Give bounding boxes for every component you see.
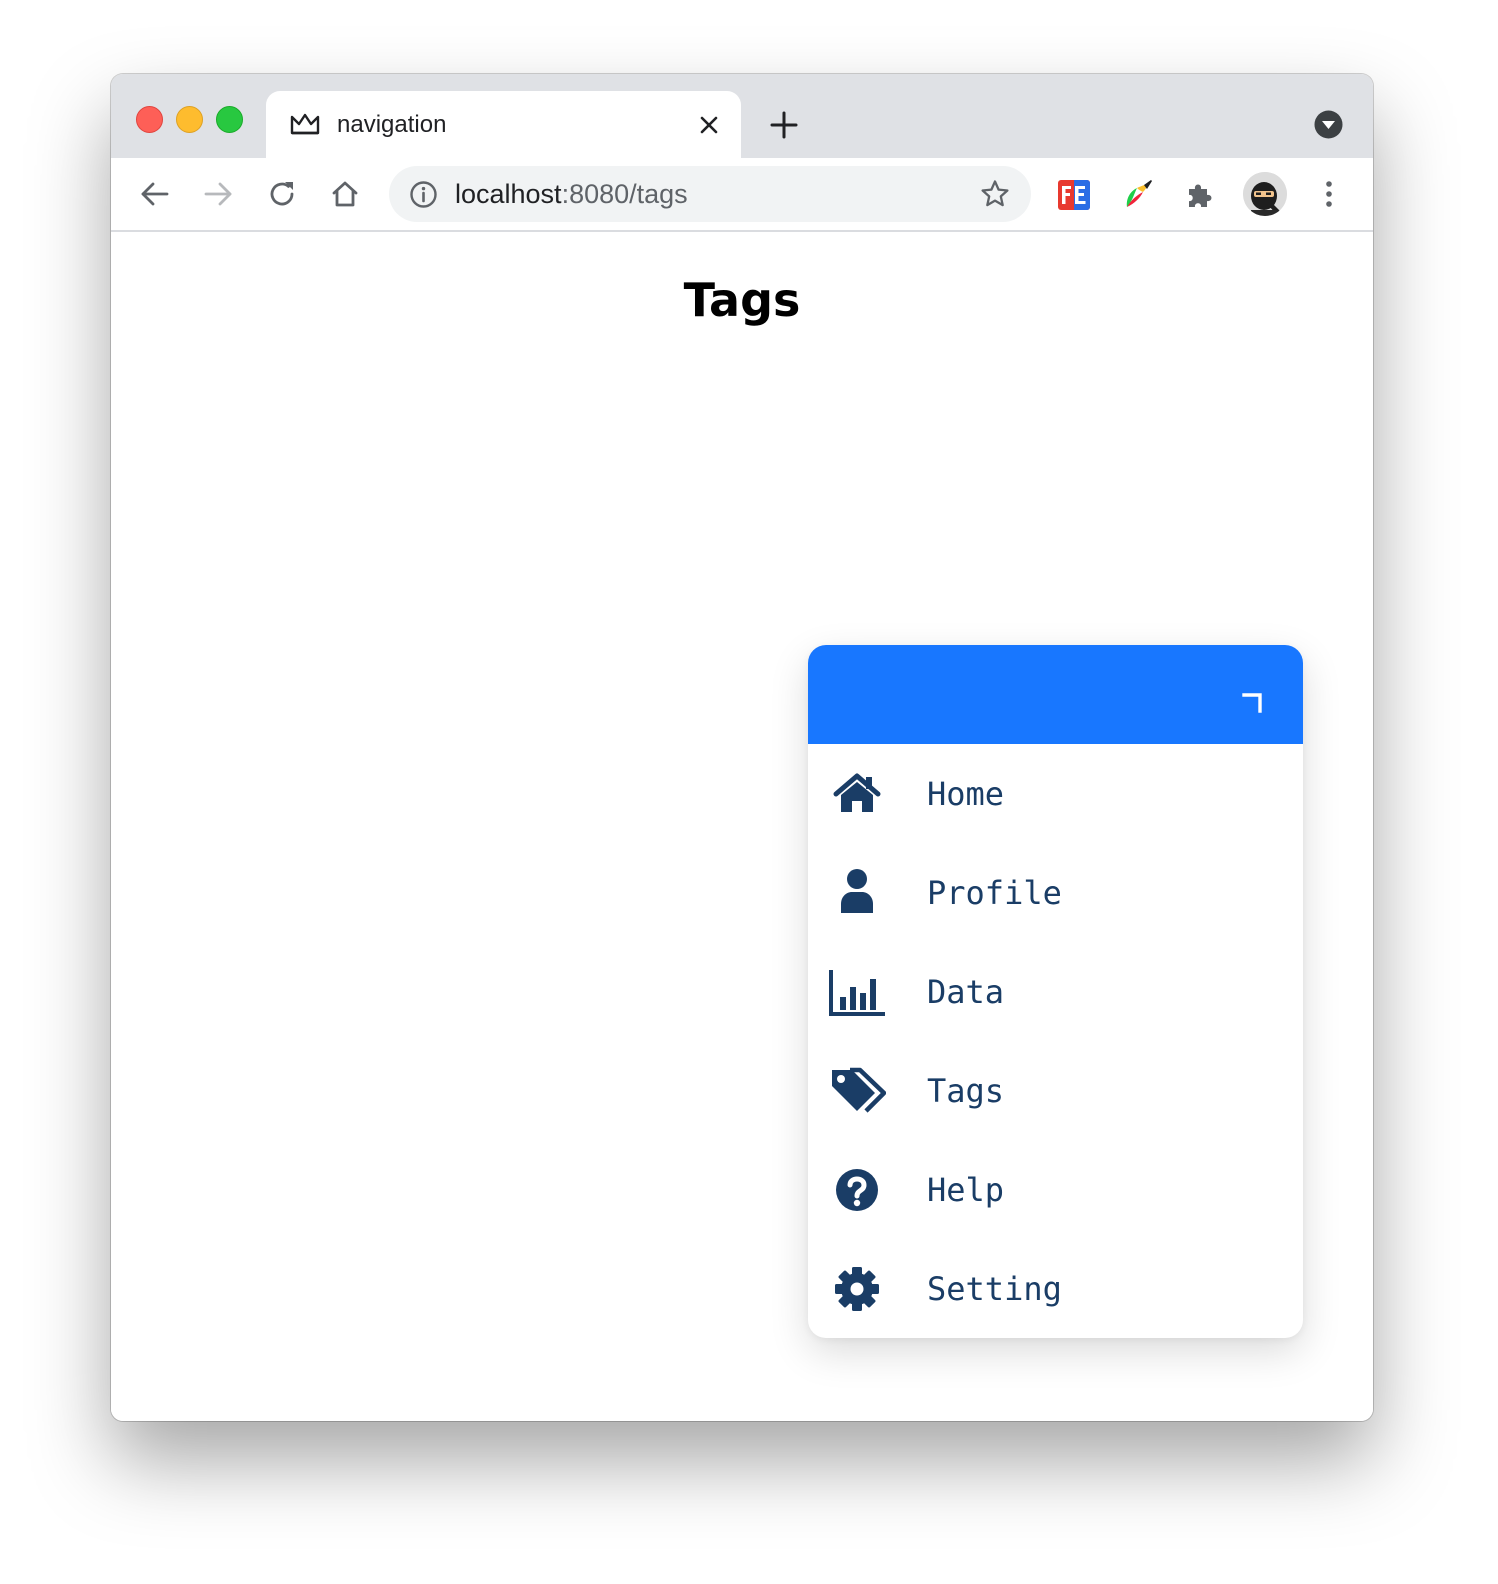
browser-window: navigation localhost:8080/tags Tags Home… bbox=[111, 74, 1373, 1421]
nav-item-label: Tags bbox=[927, 1072, 1005, 1110]
minimize-window-button[interactable] bbox=[176, 106, 203, 133]
profile-avatar[interactable] bbox=[1243, 172, 1287, 216]
new-tab-icon[interactable] bbox=[769, 110, 799, 140]
star-icon[interactable] bbox=[979, 178, 1011, 210]
nav-item-label: Setting bbox=[927, 1270, 1062, 1308]
tab-search-icon[interactable] bbox=[1314, 110, 1343, 139]
colorful-pen-extension-icon[interactable] bbox=[1121, 178, 1155, 212]
arrow-left-icon[interactable] bbox=[139, 178, 171, 210]
nav-item-home[interactable]: Home bbox=[808, 744, 1303, 843]
gear-icon bbox=[835, 1267, 879, 1311]
collapse-toggle-icon[interactable] bbox=[1240, 689, 1268, 717]
nav-item-profile[interactable]: Profile bbox=[808, 843, 1303, 942]
page-content: Tags Home Profile Data Tags Help Setting bbox=[111, 232, 1373, 1421]
nav-item-label: Help bbox=[927, 1171, 1005, 1209]
nav-item-label: Home bbox=[927, 775, 1005, 813]
fe-extension-icon[interactable] bbox=[1057, 178, 1091, 212]
url-path: :8080/tags bbox=[561, 179, 688, 209]
nav-item-tags[interactable]: Tags bbox=[808, 1041, 1303, 1140]
nav-item-label: Profile bbox=[927, 874, 1062, 912]
nav-item-setting[interactable]: Setting bbox=[808, 1239, 1303, 1338]
tab-strip: navigation bbox=[111, 74, 1373, 158]
crown-icon bbox=[290, 113, 320, 135]
close-tab-icon[interactable] bbox=[696, 112, 722, 138]
ninja-avatar-icon bbox=[1243, 172, 1287, 216]
browser-tab[interactable]: navigation bbox=[266, 91, 741, 158]
puzzle-icon[interactable] bbox=[1184, 178, 1218, 212]
tags-icon bbox=[832, 1067, 886, 1113]
maximize-window-button[interactable] bbox=[216, 106, 243, 133]
nav-item-data[interactable]: Data bbox=[808, 942, 1303, 1041]
browser-toolbar: localhost:8080/tags bbox=[111, 158, 1373, 232]
kebab-menu-icon[interactable] bbox=[1313, 178, 1345, 210]
reload-icon[interactable] bbox=[266, 178, 298, 210]
home-icon bbox=[833, 773, 881, 812]
navigation-menu: Home Profile Data Tags Help Setting bbox=[808, 645, 1303, 1338]
question-circle-icon bbox=[836, 1169, 878, 1211]
url-host: localhost bbox=[455, 179, 562, 209]
arrow-right-icon[interactable] bbox=[202, 178, 234, 210]
nav-item-label: Data bbox=[927, 973, 1005, 1011]
info-icon[interactable] bbox=[409, 180, 438, 209]
user-icon bbox=[841, 869, 873, 913]
chart-bar-icon bbox=[829, 970, 885, 1016]
close-window-button[interactable] bbox=[136, 106, 163, 133]
address-bar[interactable]: localhost:8080/tags bbox=[389, 166, 1031, 222]
url-text[interactable]: localhost:8080/tags bbox=[455, 178, 688, 210]
nav-menu-header bbox=[808, 645, 1303, 744]
page-title: Tags bbox=[683, 273, 801, 327]
nav-item-help[interactable]: Help bbox=[808, 1140, 1303, 1239]
tab-title: navigation bbox=[337, 111, 447, 138]
home-icon[interactable] bbox=[329, 178, 361, 210]
